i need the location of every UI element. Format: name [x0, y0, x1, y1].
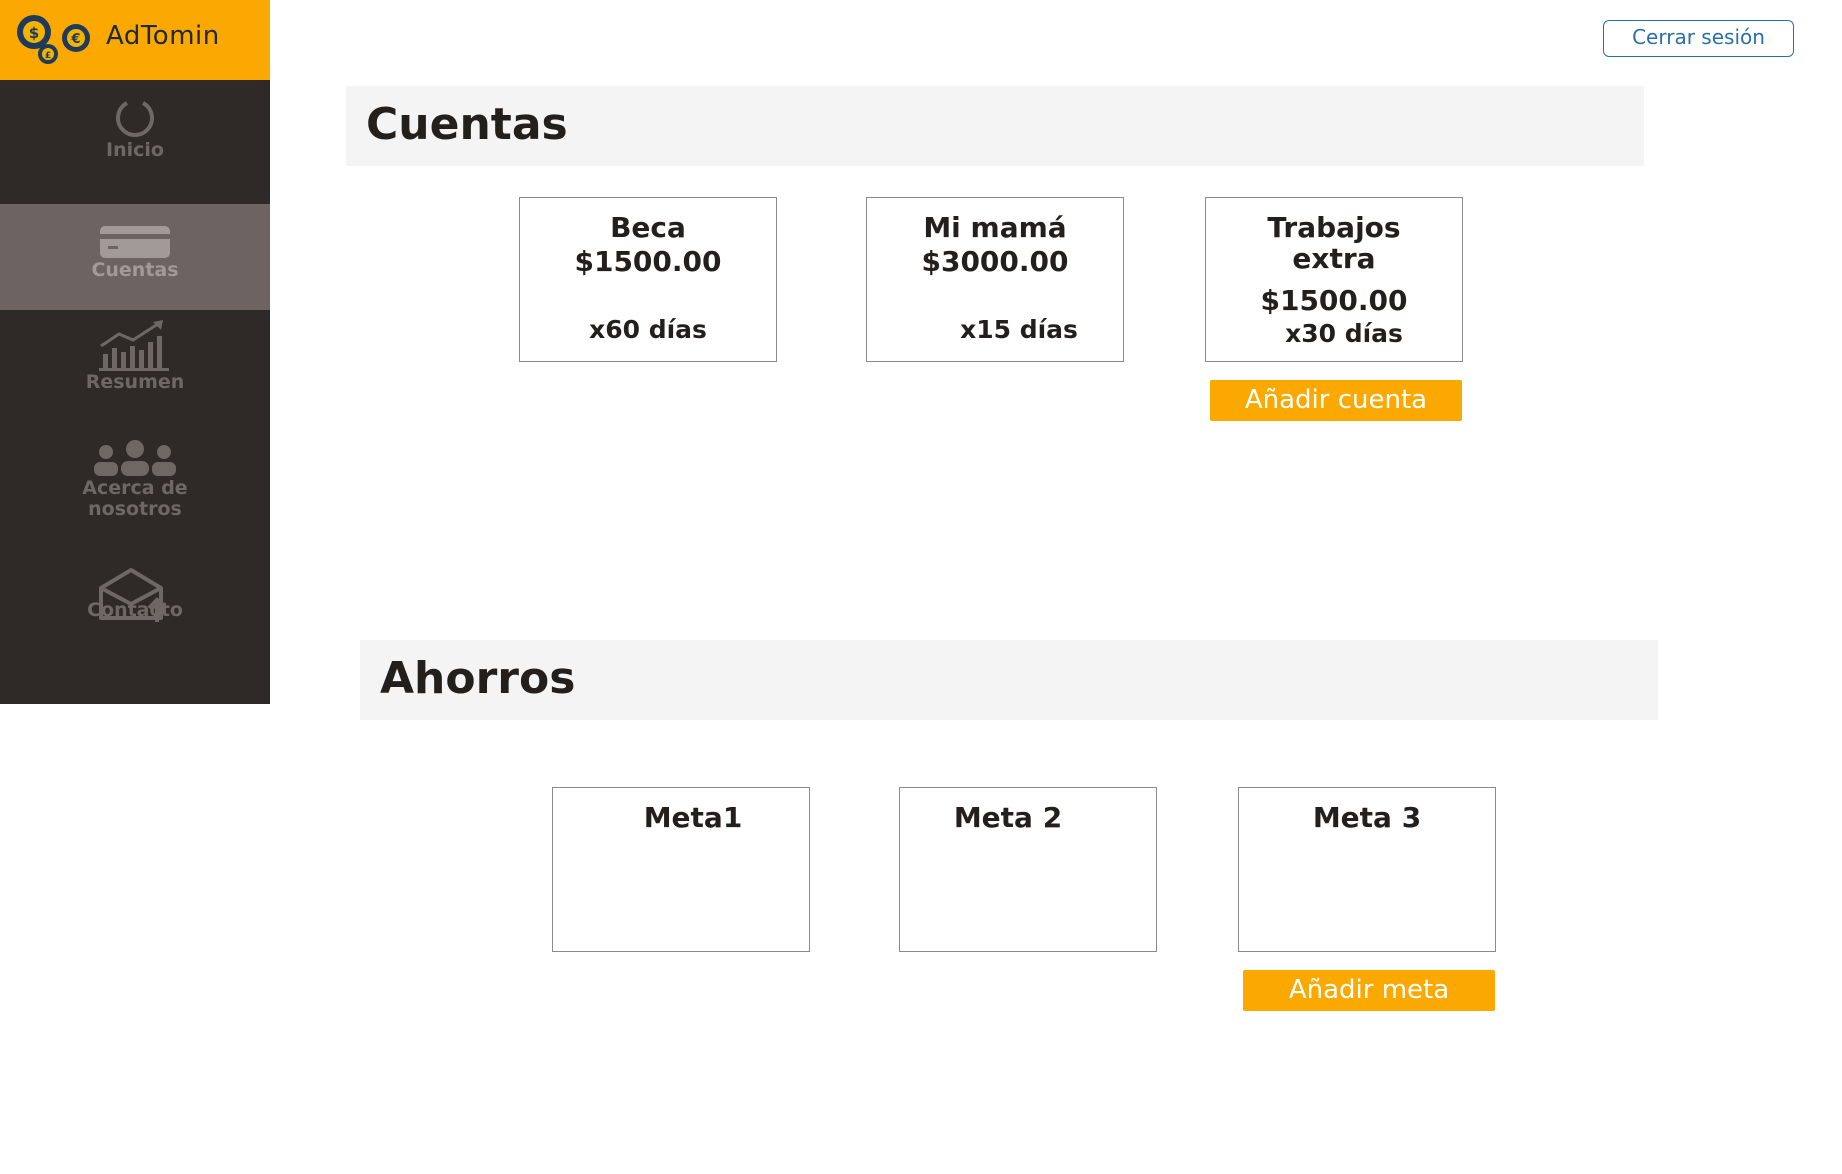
accounts-section-title: Cuentas	[366, 99, 568, 150]
svg-text:£: £	[45, 51, 51, 61]
savings-section-title: Ahorros	[380, 653, 576, 704]
sidebar-item-label: Acerca de nosotros	[82, 477, 188, 520]
svg-text:€: €	[70, 32, 80, 47]
sidebar-item-label: Resumen	[85, 371, 185, 393]
account-name: Mi mamá	[923, 211, 1067, 244]
account-card[interactable]: Mi mamá $3000.00 x15 días	[866, 197, 1124, 362]
goal-card[interactable]: Meta1	[552, 787, 810, 952]
sidebar-item-label: Cuentas	[91, 259, 179, 281]
sidebar-item-acerca-de-nosotros[interactable]: Acerca de nosotros	[0, 440, 270, 526]
sidebar-item-cuentas[interactable]: Cuentas	[0, 204, 270, 310]
sidebar-item-label: Inicio	[106, 139, 164, 161]
account-name-line2: extra	[1292, 242, 1376, 275]
account-name-line1: Trabajos	[1267, 211, 1401, 244]
goal-card[interactable]: Meta 3	[1238, 787, 1496, 952]
group-icon	[94, 440, 176, 476]
sidebar-item-label: Contacto	[87, 599, 183, 621]
sidebar-item-contacto[interactable]: Contacto	[0, 566, 270, 646]
sidebar-item-inicio[interactable]: Inicio	[0, 80, 270, 204]
chart-growth-icon	[99, 320, 169, 371]
loading-circle-icon	[116, 101, 154, 137]
credit-card-icon	[100, 226, 170, 258]
logout-button[interactable]: Cerrar sesión	[1603, 20, 1794, 57]
account-card[interactable]: Beca $1500.00 x60 días	[519, 197, 777, 362]
gears-money-logo-icon: $ € £	[17, 15, 90, 64]
sidebar: $ € £ AdTomin Inicio Cuentas Resumen Ace…	[0, 0, 270, 704]
account-period: x30 días	[1285, 319, 1403, 348]
svg-text:$: $	[29, 24, 39, 42]
brand-name: AdTomin	[106, 21, 220, 51]
goal-card[interactable]: Meta 2	[899, 787, 1157, 952]
goal-name: Meta1	[643, 801, 743, 834]
sidebar-item-resumen[interactable]: Resumen	[0, 318, 270, 410]
account-amount: $1500.00	[574, 245, 722, 278]
app-page: $ € £ AdTomin Inicio Cuentas Resumen Ace…	[0, 0, 1842, 1174]
savings-section-header: Ahorros	[360, 640, 1658, 720]
account-period: x15 días	[960, 315, 1078, 344]
add-account-button[interactable]: Añadir cuenta	[1210, 380, 1462, 421]
account-amount: $3000.00	[921, 245, 1069, 278]
account-amount: $1500.00	[1260, 284, 1408, 317]
accounts-section-header: Cuentas	[346, 86, 1644, 166]
brand-header[interactable]: $ € £ AdTomin	[0, 0, 270, 80]
account-period: x60 días	[589, 315, 707, 344]
account-name: Beca	[610, 211, 686, 244]
account-card[interactable]: Trabajos extra $1500.00 x30 días	[1205, 197, 1463, 362]
add-goal-button[interactable]: Añadir meta	[1243, 970, 1495, 1011]
goal-name: Meta 3	[1312, 801, 1422, 834]
goal-name: Meta 2	[953, 801, 1063, 834]
